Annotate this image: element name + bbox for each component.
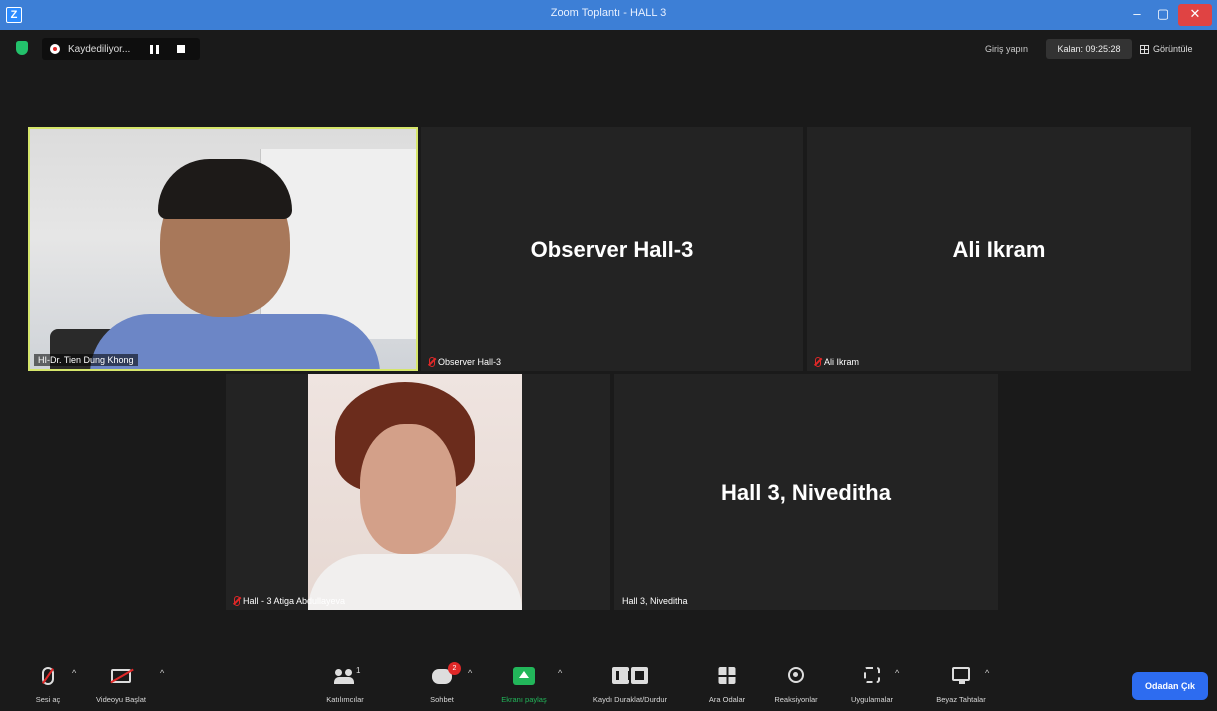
whiteboard-icon (952, 667, 970, 684)
participant-video (30, 129, 416, 369)
reactions-label: Reaksiyonlar (774, 695, 818, 704)
unmute-label: Sesi aç (35, 695, 61, 704)
share-screen-button[interactable]: Ekranı paylaş (492, 655, 556, 711)
video-off-icon (111, 669, 131, 683)
apps-icon (864, 667, 880, 683)
chat-button[interactable]: 2 Sohbet (414, 655, 470, 711)
breakout-rooms-label: Ara Odalar (708, 695, 746, 704)
time-remaining: Kalan: 09:25:28 (1046, 39, 1132, 59)
chat-label: Sohbet (430, 695, 454, 704)
reactions-button[interactable]: Reaksiyonlar (762, 655, 830, 711)
chat-unread-badge: 2 (448, 662, 461, 675)
apps-label: Uygulamalar (850, 695, 894, 704)
login-link[interactable]: Giriş yapın (985, 44, 1028, 54)
apps-button[interactable]: Uygulamalar (836, 655, 908, 711)
participants-count: 1 (356, 666, 361, 675)
chat-options-caret-icon[interactable]: ^ (468, 669, 476, 678)
participants-label: Katılımcılar (326, 695, 364, 704)
pause-stop-recording-button[interactable]: Kaydı Duraklat/Durdur (574, 655, 686, 711)
muted-mic-icon (815, 357, 821, 367)
participant-name: Ali Ikram (824, 357, 860, 367)
grid-view-icon (1140, 44, 1149, 54)
maximize-button[interactable]: ▢ (1150, 4, 1176, 26)
video-tile-observer[interactable]: Observer Hall-3 Observer Hall-3 (421, 127, 803, 371)
share-options-caret-icon[interactable]: ^ (558, 669, 566, 678)
meeting-toolbar: Sesi aç ^ Videoyu Başlat ^ 1 Katılımcıla… (0, 655, 1217, 711)
recording-indicator: Kaydediliyor... (42, 38, 200, 60)
participant-name-label: Ali Ikram (811, 356, 863, 368)
unmute-button[interactable]: Sesi aç (22, 655, 74, 711)
mic-muted-icon (42, 667, 54, 685)
meeting-area: Kaydediliyor... Giriş yapın Kalan: 09:25… (0, 30, 1217, 655)
recording-label: Kaydediliyor... (68, 43, 131, 55)
participants-button[interactable]: 1 Katılımcılar (312, 655, 378, 711)
video-tile-khong[interactable]: HI-Dr. Tien Dung Khong (28, 127, 418, 371)
video-tile-niveditha[interactable]: Hall 3, Niveditha Hall 3, Niveditha (614, 374, 998, 610)
participant-name-label: Observer Hall-3 (425, 356, 505, 368)
whiteboard-options-caret-icon[interactable]: ^ (985, 669, 993, 678)
meeting-top-bar: Kaydediliyor... Giriş yapın Kalan: 09:25… (0, 30, 1217, 68)
breakout-rooms-icon (718, 667, 736, 684)
record-label: Kaydı Duraklat/Durdur (592, 695, 668, 704)
pause-stop-recording-icon (612, 667, 648, 684)
participant-video (308, 374, 522, 610)
muted-mic-icon (429, 357, 435, 367)
view-button[interactable]: Görüntüle (1140, 44, 1193, 54)
reactions-icon (788, 667, 804, 683)
participant-name-label: Hall - 3 Atiga Abdullayeva (230, 595, 349, 607)
participant-name: HI-Dr. Tien Dung Khong (38, 355, 134, 365)
audio-options-caret-icon[interactable]: ^ (72, 669, 80, 678)
leave-room-button[interactable]: Odadan Çık (1132, 672, 1208, 700)
participants-icon (334, 669, 356, 685)
participant-name-label: HI-Dr. Tien Dung Khong (34, 354, 138, 366)
participant-name: Observer Hall-3 (438, 357, 502, 367)
window-title: Zoom Toplantı - HALL 3 (550, 7, 667, 19)
start-video-label: Videoyu Başlat (96, 695, 146, 704)
whiteboards-button[interactable]: Beyaz Tahtalar (924, 655, 998, 711)
whiteboards-label: Beyaz Tahtalar (936, 695, 986, 704)
recording-dot-icon (50, 44, 60, 54)
start-video-button[interactable]: Videoyu Başlat (86, 655, 156, 711)
video-tile-ali[interactable]: Ali Ikram Ali Ikram (807, 127, 1191, 371)
apps-options-caret-icon[interactable]: ^ (895, 669, 903, 678)
muted-mic-icon (234, 596, 240, 606)
share-screen-icon (513, 667, 535, 685)
participant-name: Hall - 3 Atiga Abdullayeva (243, 596, 346, 606)
participant-center-name: Ali Ikram (952, 237, 1046, 262)
close-window-button[interactable]: ✕ (1178, 4, 1212, 26)
pause-recording-icon[interactable] (150, 44, 159, 54)
participant-center-name: Observer Hall-3 (530, 237, 694, 262)
security-shield-icon[interactable] (16, 41, 28, 55)
participant-name-label: Hall 3, Niveditha (618, 595, 692, 607)
video-tile-atiga[interactable]: Hall - 3 Atiga Abdullayeva (226, 374, 610, 610)
stop-recording-icon[interactable] (177, 45, 185, 53)
participant-name: Hall 3, Niveditha (622, 596, 688, 606)
view-label: Görüntüle (1153, 44, 1193, 54)
window-titlebar: Z Zoom Toplantı - HALL 3 – ▢ ✕ (0, 0, 1217, 30)
participant-center-name: Hall 3, Niveditha (721, 480, 891, 505)
breakout-rooms-button[interactable]: Ara Odalar (694, 655, 760, 711)
face (360, 424, 456, 554)
share-screen-label: Ekranı paylaş (501, 695, 547, 704)
video-options-caret-icon[interactable]: ^ (160, 669, 168, 678)
minimize-button[interactable]: – (1124, 4, 1150, 26)
